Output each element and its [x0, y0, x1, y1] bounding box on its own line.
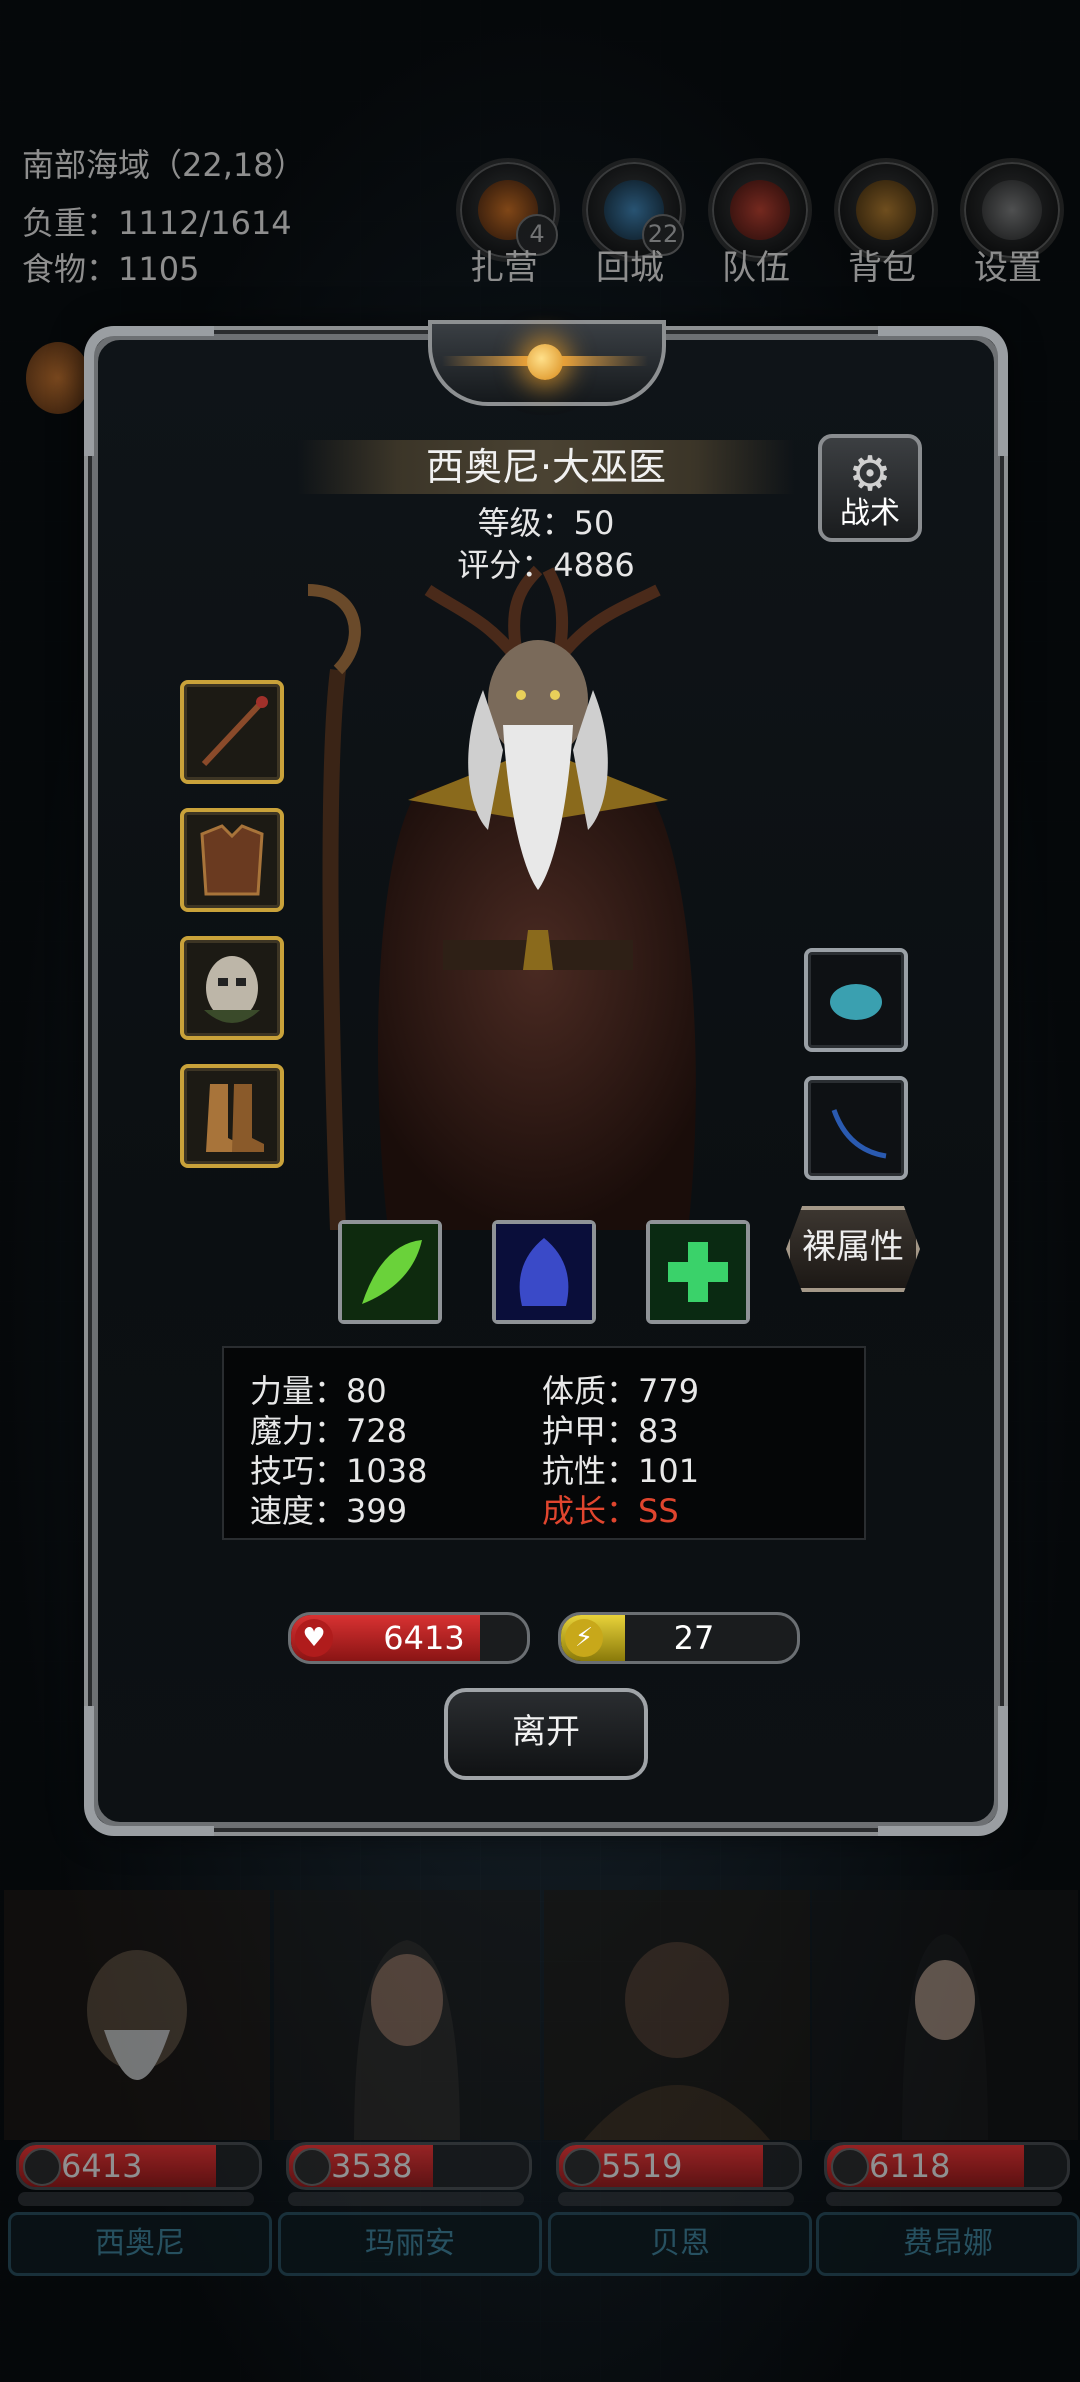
armor-slot[interactable] — [180, 808, 284, 912]
return-city-label: 回城 — [596, 248, 664, 288]
party-hp-value: 3538 — [331, 2147, 413, 2185]
skill-slot-1[interactable] — [338, 1220, 442, 1324]
leave-button[interactable]: 离开 — [444, 1688, 648, 1780]
party-hp-icon — [23, 2148, 61, 2186]
backpack-label: 背包 — [848, 248, 916, 288]
lightning-icon: ⚡ — [565, 1619, 603, 1657]
mask-icon — [204, 956, 260, 1023]
tactics-label: 战术 — [840, 496, 900, 531]
party-name-tab[interactable]: 西奥尼 — [8, 2212, 272, 2276]
stats-panel: 力量：80 魔力：728 技巧：1038 速度：399 体质：779 护甲：83… — [222, 1346, 866, 1540]
whip-icon — [831, 1109, 887, 1159]
skill-slot-3[interactable] — [646, 1220, 750, 1324]
team-icon — [730, 180, 790, 240]
heart-icon: ♥ — [295, 1619, 333, 1657]
stat-speed: 速度：399 — [250, 1492, 408, 1530]
weight-text: 负重：1112/1614 — [22, 204, 292, 242]
boots-slot[interactable] — [180, 1064, 284, 1168]
accessory-slot-1[interactable] — [804, 948, 908, 1052]
leave-label: 离开 — [512, 1712, 580, 1752]
party-name-tab[interactable]: 玛丽安 — [278, 2212, 542, 2276]
naked-attributes-button[interactable]: 裸属性 — [786, 1206, 920, 1292]
naked-attributes-label: 裸属性 — [802, 1227, 904, 1267]
party-hp-bar: 6413 — [16, 2142, 262, 2190]
green-cross-skill-icon — [650, 1224, 746, 1320]
party-hp-value: 6118 — [869, 2147, 951, 2185]
party-name-tab[interactable]: 费昂娜 — [816, 2212, 1080, 2276]
party-hp-icon — [293, 2148, 331, 2186]
boots-icon — [206, 1084, 264, 1152]
green-leaf-skill-icon — [342, 1224, 438, 1320]
frame-corner — [878, 1706, 1008, 1836]
camp-label: 扎营 — [470, 248, 538, 288]
hero-detail-dialog: 西奥尼·大巫医 等级：50 评分：4886 ⚙ 战术 裸属性 力量：80 魔力：… — [84, 320, 1008, 1836]
hp-value: 6413 — [383, 1619, 465, 1657]
hero-portrait — [307, 565, 696, 1230]
party-portrait — [812, 1890, 1078, 2140]
party-member-card[interactable]: 5519 贝恩 — [544, 1890, 812, 2280]
party-hp-icon — [563, 2148, 601, 2186]
gear-icon — [982, 180, 1042, 240]
party-member-card[interactable]: 6118 费昂娜 — [812, 1890, 1080, 2280]
team-label: 队伍 — [722, 248, 790, 288]
party-name-label: 西奥尼 — [95, 2226, 185, 2261]
party-mp-bar — [558, 2192, 794, 2206]
party-portrait — [544, 1890, 810, 2140]
party-name-label: 玛丽安 — [365, 2226, 455, 2261]
armor-icon — [200, 824, 264, 896]
blue-spirit-skill-icon — [496, 1224, 592, 1320]
party-mp-bar — [18, 2192, 254, 2206]
skill-slot-2[interactable] — [492, 1220, 596, 1324]
party-name-label: 贝恩 — [650, 2226, 710, 2261]
party-hp-value: 5519 — [601, 2147, 683, 2185]
party-hp-bar: 3538 — [286, 2142, 532, 2190]
party-hp-value: 6413 — [61, 2147, 143, 2185]
accessory-slot-2[interactable] — [804, 1076, 908, 1180]
settings-label: 设置 — [974, 248, 1042, 288]
frame-corner — [84, 1706, 214, 1836]
gem-icon — [830, 984, 882, 1020]
weapon-slot[interactable] — [180, 680, 284, 784]
hero-level: 等级：50 — [477, 504, 615, 542]
stat-growth: 成长：SS — [542, 1492, 679, 1530]
party-mp-bar — [826, 2192, 1062, 2206]
hero-name-banner: 西奥尼·大巫医 — [298, 440, 794, 494]
party-portrait — [4, 1890, 270, 2140]
frame-corner — [84, 326, 214, 456]
party-mp-bar — [288, 2192, 524, 2206]
hp-bar: ♥ 6413 — [288, 1612, 530, 1664]
party-hp-bar: 5519 — [556, 2142, 802, 2190]
party-member-card[interactable]: 6413 西奥尼 — [4, 1890, 272, 2280]
energy-value: 27 — [673, 1619, 715, 1657]
barrel-icon — [856, 180, 916, 240]
tactics-button[interactable]: ⚙ 战术 — [818, 434, 922, 542]
quest-scroll-icon[interactable] — [26, 342, 90, 414]
energy-bar: ⚡ 27 — [558, 1612, 800, 1664]
party-portrait — [274, 1890, 540, 2140]
staff-icon — [201, 696, 268, 767]
party-name-tab[interactable]: 贝恩 — [548, 2212, 812, 2276]
party-name-label: 费昂娜 — [903, 2226, 993, 2261]
hero-name: 西奥尼·大巫医 — [425, 445, 667, 489]
moon-crest-ornament — [428, 320, 666, 406]
party-member-card[interactable]: 3538 玛丽安 — [274, 1890, 542, 2280]
party-hp-bar: 6118 — [824, 2142, 1070, 2190]
party-hp-icon — [831, 2148, 869, 2186]
food-text: 食物：1105 — [22, 250, 200, 288]
hero-score: 评分：4886 — [457, 546, 635, 584]
location-text: 南部海域（22,18） — [22, 146, 306, 184]
moon-icon — [527, 344, 563, 380]
helmet-slot[interactable] — [180, 936, 284, 1040]
